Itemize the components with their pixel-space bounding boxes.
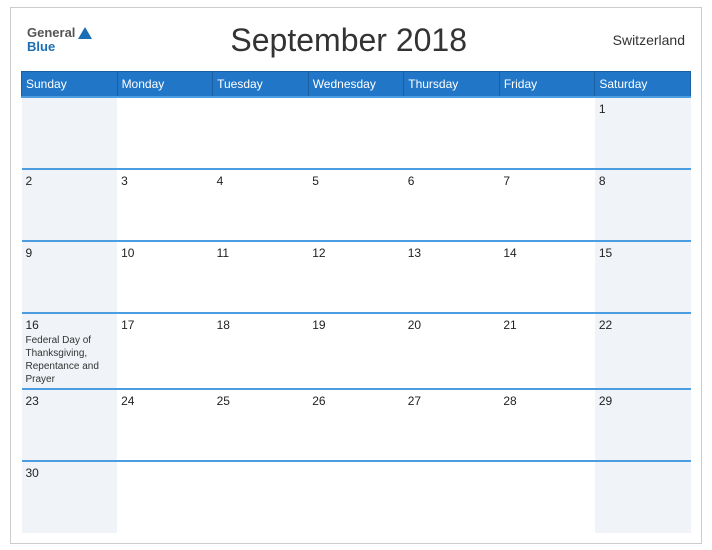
calendar-cell: 2: [22, 169, 118, 241]
calendar-cell: [308, 97, 404, 169]
day-number: 9: [26, 246, 114, 260]
header-tuesday: Tuesday: [213, 71, 309, 97]
calendar-cell: 6: [404, 169, 500, 241]
day-number: 16: [26, 318, 114, 332]
calendar-cell: [308, 461, 404, 533]
weekday-header-row: Sunday Monday Tuesday Wednesday Thursday…: [22, 71, 691, 97]
calendar-cell: [595, 461, 691, 533]
calendar-cell: 29: [595, 389, 691, 461]
calendar-cell: 22: [595, 313, 691, 389]
calendar-cell: 4: [213, 169, 309, 241]
calendar-cell: 14: [499, 241, 595, 313]
calendar-cell: 20: [404, 313, 500, 389]
day-number: 25: [217, 394, 305, 408]
logo-blue-text: Blue: [27, 40, 92, 54]
calendar-header: General Blue September 2018 Switzerland: [21, 18, 691, 63]
calendar-cell: [22, 97, 118, 169]
calendar-cell: [499, 461, 595, 533]
day-number: 8: [599, 174, 687, 188]
calendar-table: Sunday Monday Tuesday Wednesday Thursday…: [21, 71, 691, 533]
day-number: 21: [503, 318, 591, 332]
calendar-cell: [117, 97, 213, 169]
day-number: 13: [408, 246, 496, 260]
day-number: 26: [312, 394, 400, 408]
day-number: 6: [408, 174, 496, 188]
calendar-cell: 8: [595, 169, 691, 241]
event-label: Federal Day of Thanksgiving, Repentance …: [26, 334, 114, 386]
day-number: 28: [503, 394, 591, 408]
calendar-cell: 17: [117, 313, 213, 389]
calendar-cell: 28: [499, 389, 595, 461]
header-friday: Friday: [499, 71, 595, 97]
header-wednesday: Wednesday: [308, 71, 404, 97]
calendar-cell: 23: [22, 389, 118, 461]
day-number: 3: [121, 174, 209, 188]
calendar-cell: 13: [404, 241, 500, 313]
day-number: 19: [312, 318, 400, 332]
logo-triangle-icon: [78, 27, 92, 39]
day-number: 29: [599, 394, 687, 408]
calendar-week-row: 1: [22, 97, 691, 169]
calendar-cell: 30: [22, 461, 118, 533]
calendar-cell: 21: [499, 313, 595, 389]
header-sunday: Sunday: [22, 71, 118, 97]
day-number: 23: [26, 394, 114, 408]
day-number: 27: [408, 394, 496, 408]
calendar-cell: 12: [308, 241, 404, 313]
day-number: 15: [599, 246, 687, 260]
calendar-cell: [499, 97, 595, 169]
calendar-cell: 7: [499, 169, 595, 241]
day-number: 4: [217, 174, 305, 188]
day-number: 1: [599, 102, 687, 116]
calendar-cell: 5: [308, 169, 404, 241]
calendar-cell: 15: [595, 241, 691, 313]
calendar-week-row: 23 24 25 26 27 28 29: [22, 389, 691, 461]
calendar-cell: 16 Federal Day of Thanksgiving, Repentanc…: [22, 313, 118, 389]
calendar-cell: [213, 461, 309, 533]
calendar-week-row: 16 Federal Day of Thanksgiving, Repentanc…: [22, 313, 691, 389]
calendar-title: September 2018: [92, 22, 605, 59]
calendar-cell: 3: [117, 169, 213, 241]
header-monday: Monday: [117, 71, 213, 97]
calendar-cell: 27: [404, 389, 500, 461]
day-number: 5: [312, 174, 400, 188]
calendar-cell: [213, 97, 309, 169]
day-number: 18: [217, 318, 305, 332]
day-number: 11: [217, 246, 305, 260]
calendar-cell: 24: [117, 389, 213, 461]
calendar-cell: 26: [308, 389, 404, 461]
calendar-cell: 10: [117, 241, 213, 313]
day-number: 2: [26, 174, 114, 188]
calendar-cell: [404, 97, 500, 169]
calendar-week-row: 30: [22, 461, 691, 533]
header-saturday: Saturday: [595, 71, 691, 97]
logo: General Blue: [27, 26, 92, 55]
calendar-cell: 25: [213, 389, 309, 461]
day-number: 7: [503, 174, 591, 188]
calendar-week-row: 9 10 11 12 13 14 15: [22, 241, 691, 313]
header-thursday: Thursday: [404, 71, 500, 97]
day-number: 24: [121, 394, 209, 408]
calendar-week-row: 2345678: [22, 169, 691, 241]
calendar-cell: 11: [213, 241, 309, 313]
country-label: Switzerland: [605, 32, 685, 48]
calendar-cell: 18: [213, 313, 309, 389]
day-number: 17: [121, 318, 209, 332]
day-number: 30: [26, 466, 114, 480]
calendar: General Blue September 2018 Switzerland …: [10, 7, 702, 544]
calendar-cell: 19: [308, 313, 404, 389]
calendar-cell: [404, 461, 500, 533]
day-number: 14: [503, 246, 591, 260]
calendar-cell: 9: [22, 241, 118, 313]
calendar-cell: [117, 461, 213, 533]
day-number: 22: [599, 318, 687, 332]
day-number: 20: [408, 318, 496, 332]
day-number: 10: [121, 246, 209, 260]
logo-general-text: General: [27, 26, 75, 40]
day-number: 12: [312, 246, 400, 260]
calendar-cell: 1: [595, 97, 691, 169]
